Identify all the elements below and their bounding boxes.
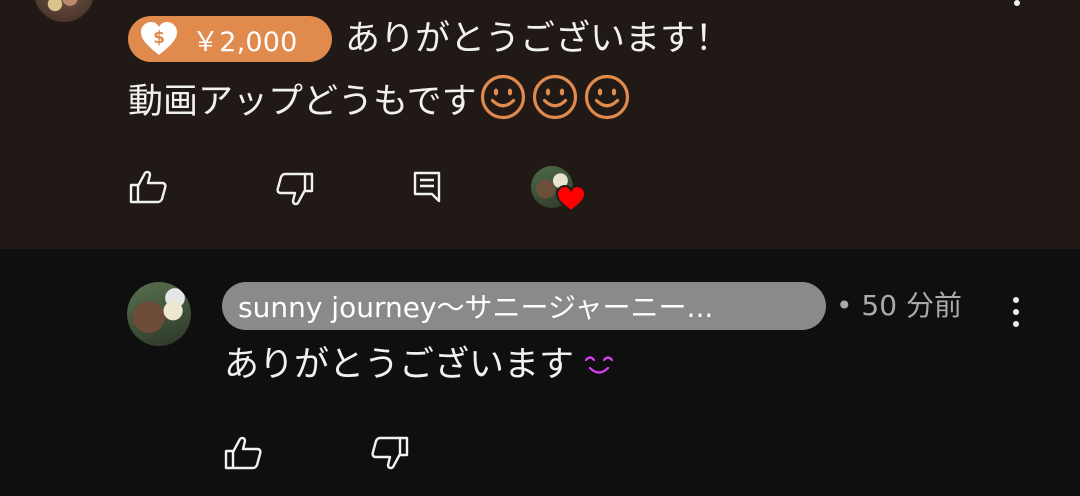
svg-text:$: $ (153, 28, 165, 48)
smiley-emoji-icon (532, 74, 577, 120)
comment-text-line1: ありがとうございます！ (345, 19, 731, 59)
super-thanks-badge: $ ￥2,000 (128, 16, 332, 62)
super-thanks-amount: ￥2,000 (192, 26, 298, 58)
smiley-emoji-icon (480, 74, 525, 120)
creator-name-chip[interactable]: sunny journey〜サニージャーニー... (222, 282, 826, 330)
blush-face-icon (584, 356, 614, 374)
heart-icon (556, 185, 586, 213)
super-thanks-heart-icon: $ (141, 22, 177, 55)
thumbs-down-icon[interactable] (276, 172, 314, 206)
reply-author-name: sunny journey〜サニージャーニー... (238, 291, 714, 324)
reply-text-words: ありがとうございます (224, 345, 575, 385)
creator-heart-badge (531, 166, 587, 216)
thumbs-up-icon[interactable] (129, 170, 167, 204)
reply-timestamp: • 50 分前 (836, 289, 962, 322)
comment-text-line2-words: 動画アップどうもです (128, 82, 477, 122)
super-chat-comment: $ ￥2,000 ありがとうございます！ 動画アップどうもです (0, 0, 1080, 249)
smiley-emoji-icon (584, 74, 629, 120)
thumbs-up-icon[interactable] (224, 436, 262, 470)
smiley-emoji-group (479, 73, 631, 121)
more-vert-icon[interactable] (1000, 290, 1032, 334)
commenter-avatar[interactable] (34, 0, 94, 22)
reply-author-avatar[interactable] (127, 282, 191, 346)
reply-text: ありがとうございます (224, 340, 614, 390)
reply-comment-icon[interactable] (413, 171, 441, 203)
more-menu-icon[interactable] (1014, 0, 1020, 6)
comment-text-line2: 動画アップどうもです (128, 73, 631, 129)
thumbs-down-icon[interactable] (371, 436, 409, 470)
